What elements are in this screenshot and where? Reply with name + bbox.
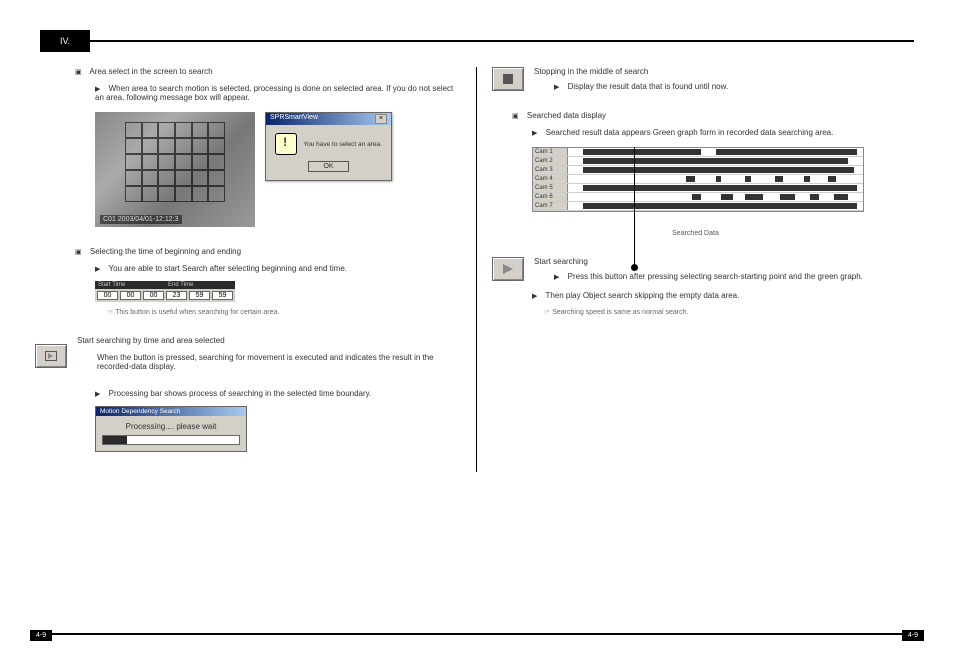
left-column: ▣ Area select in the screen to search ▶ … bbox=[40, 67, 477, 472]
section-body: ▶ Press this button after pressing selec… bbox=[534, 272, 899, 281]
search-start-button[interactable] bbox=[35, 344, 67, 368]
start-hour-spin[interactable]: 00 bbox=[97, 291, 118, 300]
cctv-timestamp: C01 2003/04/01-12:12:3 bbox=[100, 215, 182, 224]
start-time-label: Start Time bbox=[95, 281, 165, 289]
triangle-bullet-icon: ▶ bbox=[95, 391, 100, 398]
camera-timeline[interactable]: Cam 1 Cam 2 Cam 3 Cam 4 Cam 5 Cam 6 Cam … bbox=[532, 147, 864, 212]
heading-text: Stopping in the middle of search bbox=[534, 67, 648, 76]
close-icon[interactable]: × bbox=[375, 114, 387, 124]
dialog-body: You have to select an area. OK bbox=[266, 125, 391, 180]
triangle-bullet-icon: ▶ bbox=[532, 130, 537, 137]
square-bullet-icon: ▣ bbox=[75, 249, 82, 256]
section-body: ▶ Searched result data appears Green gra… bbox=[492, 128, 899, 137]
end-min-spin[interactable]: 59 bbox=[189, 291, 210, 300]
page: IV. ▣ Area select in the screen to searc… bbox=[0, 0, 954, 653]
triangle-bullet-icon: ▶ bbox=[554, 84, 559, 91]
stop-icon bbox=[503, 74, 513, 84]
heading-text: Start searching bbox=[534, 257, 588, 266]
section-body: ▶ Then play Object search skipping the e… bbox=[492, 291, 899, 300]
section-heading: Start searching bbox=[534, 257, 899, 266]
play-button[interactable] bbox=[492, 257, 524, 281]
cctv-preview: C01 2003/04/01-12:12:3 bbox=[95, 112, 255, 227]
tl-label-cam5: Cam 5 bbox=[533, 184, 568, 192]
progress-title: Motion Dependency Search bbox=[96, 407, 246, 416]
start-min-spin[interactable]: 00 bbox=[120, 291, 141, 300]
section-tab: IV. bbox=[40, 30, 90, 52]
header: IV. bbox=[40, 30, 914, 52]
timeline-marker[interactable] bbox=[634, 147, 635, 267]
section-body: ▶ When area to search motion is selected… bbox=[55, 84, 461, 102]
end-hour-spin[interactable]: 23 bbox=[166, 291, 187, 300]
section-heading: ▣ Selecting the time of beginning and en… bbox=[55, 247, 461, 256]
tl-label-cam1: Cam 1 bbox=[533, 148, 568, 156]
dialog-title-text: SPRSmartView bbox=[270, 114, 318, 124]
triangle-bullet-icon: ▶ bbox=[554, 274, 559, 281]
body-text: When area to search motion is selected, … bbox=[95, 84, 453, 102]
body-columns: ▣ Area select in the screen to search ▶ … bbox=[40, 67, 914, 472]
triangle-bullet-icon: ▶ bbox=[95, 86, 100, 93]
body-text: Press this button after pressing selecti… bbox=[568, 272, 863, 281]
heading-text: Area select in the screen to search bbox=[89, 67, 212, 76]
tl-label-cam3: Cam 3 bbox=[533, 166, 568, 174]
body-text: You are able to start Search after selec… bbox=[108, 264, 347, 273]
end-sec-spin[interactable]: 59 bbox=[212, 291, 233, 300]
note-text: ☞ Searching speed is same as normal sear… bbox=[492, 308, 899, 316]
section-body: ▶ Display the result data that is found … bbox=[534, 82, 899, 91]
right-column: Stopping in the middle of search ▶ Displ… bbox=[477, 67, 914, 472]
section-body: ▶ You are able to start Search after sel… bbox=[55, 264, 461, 273]
progress-text: Processing.... please wait bbox=[102, 422, 240, 431]
section-body: ▶ Processing bar shows process of search… bbox=[55, 389, 461, 398]
tl-label-cam4: Cam 4 bbox=[533, 175, 568, 183]
progress-bar bbox=[102, 435, 240, 445]
play-box-icon bbox=[45, 351, 57, 361]
section-heading: ▣ Area select in the screen to search bbox=[55, 67, 461, 76]
section-body: When the button is pressed, searching fo… bbox=[77, 353, 461, 371]
heading-text: Start searching by time and area selecte… bbox=[77, 336, 225, 345]
square-bullet-icon: ▣ bbox=[75, 69, 82, 76]
page-number-left: 4-9 bbox=[30, 630, 52, 641]
heading-text: Selecting the time of beginning and endi… bbox=[90, 247, 241, 256]
note-text: ☞ This button is useful when searching f… bbox=[55, 308, 461, 316]
progress-dialog: Motion Dependency Search Processing.... … bbox=[95, 406, 247, 452]
body-text: Processing bar shows process of searchin… bbox=[109, 389, 372, 398]
body-text: When the button is pressed, searching fo… bbox=[97, 353, 434, 371]
triangle-bullet-icon: ▶ bbox=[532, 293, 537, 300]
motion-grid bbox=[125, 122, 225, 202]
triangle-bullet-icon: ▶ bbox=[95, 266, 100, 273]
section-heading: Start searching by time and area selecte… bbox=[77, 336, 461, 345]
play-icon bbox=[503, 264, 513, 274]
footer-rule bbox=[40, 633, 914, 635]
dialog-message: You have to select an area. bbox=[303, 141, 382, 148]
header-rule bbox=[90, 40, 914, 42]
timeline-wrap: Cam 1 Cam 2 Cam 3 Cam 4 Cam 5 Cam 6 Cam … bbox=[492, 147, 899, 237]
body-text: Then play Object search skipping the emp… bbox=[545, 291, 739, 300]
time-range-control[interactable]: Start Time End Time 00 00 00 23 59 59 bbox=[95, 281, 235, 302]
progress-fill bbox=[103, 436, 127, 444]
tl-label-cam6: Cam 6 bbox=[533, 193, 568, 201]
alert-dialog: SPRSmartView × You have to select an are… bbox=[265, 112, 392, 181]
stop-button[interactable] bbox=[492, 67, 524, 91]
tl-label-cam2: Cam 2 bbox=[533, 157, 568, 165]
end-time-label: End Time bbox=[165, 281, 235, 289]
time-labels: Start Time End Time bbox=[95, 281, 235, 289]
ok-button[interactable]: OK bbox=[308, 161, 348, 172]
body-text: Display the result data that is found un… bbox=[568, 82, 729, 91]
warning-icon bbox=[275, 133, 297, 155]
timeline-caption: Searched Data bbox=[492, 230, 899, 237]
section-heading: Stopping in the middle of search bbox=[534, 67, 899, 76]
tl-label-cam7: Cam 7 bbox=[533, 202, 568, 210]
square-bullet-icon: ▣ bbox=[512, 113, 519, 120]
image-row: C01 2003/04/01-12:12:3 SPRSmartView × Yo… bbox=[95, 112, 461, 227]
body-text: Searched result data appears Green graph… bbox=[546, 128, 834, 137]
section-heading: ▣ Searched data display bbox=[492, 111, 899, 120]
start-sec-spin[interactable]: 00 bbox=[143, 291, 164, 300]
page-number-right: 4-9 bbox=[902, 630, 924, 641]
dialog-titlebar: SPRSmartView × bbox=[266, 113, 391, 125]
heading-text: Searched data display bbox=[527, 111, 606, 120]
